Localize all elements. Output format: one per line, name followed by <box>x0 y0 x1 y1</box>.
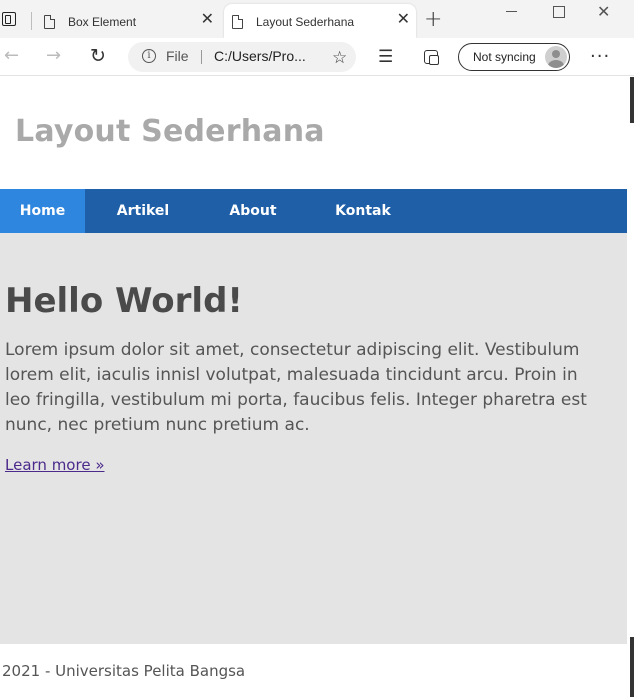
tab-layout-sederhana[interactable]: Layout Sederhana ✕ <box>224 4 416 38</box>
nav-item-home[interactable]: Home <box>0 189 85 233</box>
minimize-icon[interactable] <box>506 11 517 12</box>
new-tab-icon[interactable]: + <box>424 9 442 31</box>
collections-icon[interactable] <box>424 50 439 65</box>
url-text[interactable]: C:/Users/Pro... <box>214 48 306 64</box>
sync-label: Not syncing <box>473 50 536 64</box>
window-close-icon[interactable]: ✕ <box>597 2 610 21</box>
tab-title: Box Element <box>68 15 137 29</box>
address-separator <box>201 50 202 64</box>
site-footer: 2021 - Universitas Pelita Bangsa <box>0 644 627 697</box>
tab-separator <box>31 12 32 30</box>
close-icon[interactable]: ✕ <box>201 12 214 28</box>
maximize-icon[interactable] <box>553 6 565 18</box>
page-viewport: Layout Sederhana Home Artikel About Kont… <box>0 77 627 697</box>
scrollbar[interactable] <box>627 77 634 697</box>
close-icon[interactable]: ✕ <box>397 12 410 28</box>
footer-text: 2021 - Universitas Pelita Bangsa <box>2 662 246 680</box>
hero-section: Hello World! Lorem ipsum dolor sit amet,… <box>0 233 627 644</box>
hero-body: Lorem ipsum dolor sit amet, consectetur … <box>5 340 587 435</box>
tab-title: Layout Sederhana <box>256 15 355 29</box>
favorites-list-icon[interactable]: ☰ <box>378 47 393 67</box>
profile-sync-button[interactable]: Not syncing <box>458 43 570 71</box>
learn-more-link[interactable]: Learn more » <box>5 456 105 474</box>
nav-item-kontak[interactable]: Kontak <box>305 189 421 233</box>
tab-strip: Box Element ✕ Layout Sederhana ✕ + ✕ <box>0 0 634 38</box>
add-favorite-icon[interactable]: ☆ <box>332 48 347 68</box>
main-nav: Home Artikel About Kontak <box>0 189 627 233</box>
tab-actions-icon[interactable] <box>2 12 16 26</box>
page-icon <box>232 15 243 29</box>
nav-item-about[interactable]: About <box>201 189 305 233</box>
back-arrow-icon[interactable]: ← <box>4 46 19 66</box>
site-title: Layout Sederhana <box>15 114 325 149</box>
site-header: Layout Sederhana <box>0 77 627 189</box>
refresh-icon[interactable]: ↻ <box>90 46 106 66</box>
hero-heading: Hello World! <box>5 281 243 321</box>
avatar-icon <box>545 46 567 68</box>
nav-item-artikel[interactable]: Artikel <box>85 189 201 233</box>
tab-box-element[interactable]: Box Element ✕ <box>36 4 220 38</box>
info-icon[interactable]: i <box>142 49 156 63</box>
forward-arrow-icon[interactable]: → <box>46 46 61 66</box>
address-bar[interactable]: i File C:/Users/Pro... <box>128 42 356 72</box>
more-icon[interactable]: ··· <box>590 46 610 67</box>
page-icon <box>44 15 55 29</box>
scheme-label: File <box>166 48 189 64</box>
